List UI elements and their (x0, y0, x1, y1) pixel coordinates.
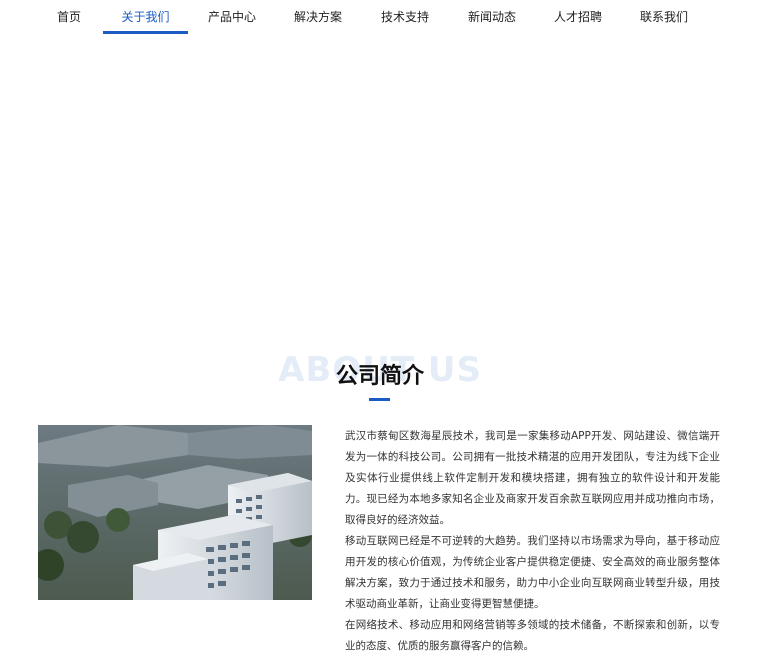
building-aerial-photo-icon (38, 425, 312, 600)
title-underline (369, 398, 390, 401)
nav-item-careers[interactable]: 人才招聘 (536, 0, 620, 34)
nav-item-solutions[interactable]: 解决方案 (276, 0, 360, 34)
building-photo (38, 425, 312, 600)
nav-item-news[interactable]: 新闻动态 (450, 0, 534, 34)
about-heading: ABOUT US 公司简介 (0, 350, 760, 410)
nav-item-support[interactable]: 技术支持 (362, 0, 448, 34)
about-description: 武汉市蔡甸区数海星辰技术，我司是一家集移动APP开发、网站建设、微信端开发为一体… (345, 426, 720, 657)
nav-item-contact[interactable]: 联系我们 (622, 0, 706, 34)
about-paragraph: 在网络技术、移动应用和网络营销等多领域的技术储备，不断探索和创新，以专业的态度、… (345, 619, 720, 652)
about-paragraph: 移动互联网已经是不可逆转的大趋势。我们坚持以市场需求为导向，基于移动应用开发的核… (345, 535, 720, 610)
nav-item-home[interactable]: 首页 (38, 0, 100, 34)
page-title: 公司简介 (335, 364, 424, 389)
about-paragraph: 武汉市蔡甸区数海星辰技术，我司是一家集移动APP开发、网站建设、微信端开发为一体… (345, 430, 720, 526)
nav-item-about[interactable]: 关于我们 (103, 0, 188, 34)
main-nav: 首页 关于我们 产品中心 解决方案 技术支持 新闻动态 人才招聘 联系我们 (0, 0, 760, 34)
nav-item-products[interactable]: 产品中心 (190, 0, 274, 34)
